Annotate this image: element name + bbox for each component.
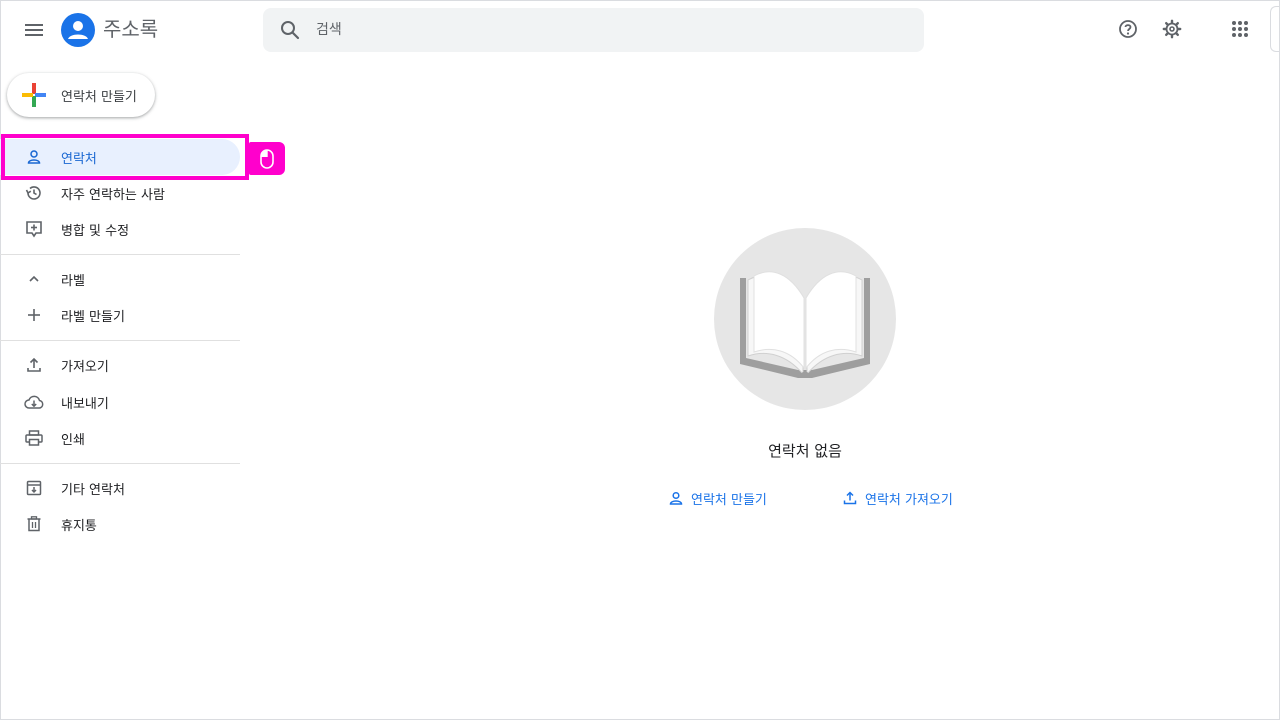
create-contact-link[interactable]: 연락처 만들기 bbox=[667, 486, 767, 510]
sidebar-item-label: 라벨 만들기 bbox=[61, 309, 125, 325]
chevron-up-icon bbox=[22, 267, 46, 291]
menu-icon bbox=[25, 24, 43, 36]
sidebar-item-label: 내보내기 bbox=[61, 396, 109, 412]
import-contacts-link[interactable]: 연락처 가져오기 bbox=[841, 486, 953, 510]
search-icon[interactable] bbox=[278, 18, 302, 42]
top-app-bar: 주소록 bbox=[0, 0, 1280, 64]
sidebar-item-merge-fix[interactable]: 병합 및 수정 bbox=[0, 211, 240, 247]
empty-state-illustration bbox=[714, 228, 896, 410]
sidebar-item-export[interactable]: 내보내기 bbox=[0, 384, 240, 420]
sidebar-item-label: 가져오기 bbox=[61, 359, 109, 375]
history-icon bbox=[22, 181, 46, 205]
sidebar-item-label: 라벨 bbox=[61, 273, 85, 289]
help-icon bbox=[1119, 20, 1137, 38]
sidebar-labels-toggle[interactable]: 라벨 bbox=[0, 261, 240, 297]
empty-state-title: 연락처 없음 bbox=[768, 442, 842, 460]
sidebar-item-frequent[interactable]: 자주 연락하는 사람 bbox=[0, 175, 240, 211]
apps-button[interactable] bbox=[1222, 11, 1258, 47]
sidebar-item-create-label[interactable]: 라벨 만들기 bbox=[0, 297, 240, 333]
open-book-icon bbox=[740, 271, 870, 378]
colorful-plus-icon bbox=[22, 83, 46, 107]
sidebar-divider bbox=[0, 340, 240, 341]
sidebar-item-label: 인쇄 bbox=[61, 432, 85, 448]
import-contacts-link-label: 연락처 가져오기 bbox=[865, 492, 953, 508]
account-button-edge[interactable] bbox=[1270, 6, 1280, 52]
main-menu-button[interactable] bbox=[14, 10, 54, 50]
app-title[interactable]: 주소록 bbox=[103, 15, 158, 43]
upload-icon bbox=[22, 353, 46, 377]
apps-grid-icon bbox=[1232, 21, 1248, 37]
create-contact-button[interactable]: 연락처 만들기 bbox=[7, 73, 155, 117]
plus-icon bbox=[22, 303, 46, 327]
sidebar-item-other-contacts[interactable]: 기타 연락처 bbox=[0, 470, 240, 506]
print-icon bbox=[22, 426, 46, 450]
sidebar-divider bbox=[0, 254, 240, 255]
sidebar-item-print[interactable]: 인쇄 bbox=[0, 420, 240, 456]
archive-icon bbox=[22, 476, 46, 500]
contacts-logo-icon[interactable] bbox=[61, 13, 95, 47]
search-input[interactable] bbox=[316, 22, 896, 38]
person-icon bbox=[667, 489, 685, 507]
sidebar-item-label: 연락처 bbox=[61, 151, 97, 167]
cloud-download-icon bbox=[22, 390, 46, 414]
person-icon bbox=[22, 145, 46, 169]
search-bar[interactable] bbox=[263, 8, 924, 52]
create-contact-link-label: 연락처 만들기 bbox=[691, 492, 767, 508]
sidebar-item-contacts[interactable]: 연락처 bbox=[0, 139, 240, 175]
upload-icon bbox=[841, 489, 859, 507]
sidebar-item-import[interactable]: 가져오기 bbox=[0, 347, 240, 383]
sidebar-item-label: 자주 연락하는 사람 bbox=[61, 187, 165, 203]
help-button[interactable] bbox=[1110, 11, 1146, 47]
mouse-icon bbox=[260, 148, 274, 169]
settings-icon bbox=[1162, 19, 1182, 39]
create-contact-label: 연락처 만들기 bbox=[61, 89, 137, 105]
settings-button[interactable] bbox=[1154, 11, 1190, 47]
sidebar-divider bbox=[0, 463, 240, 464]
merge-fix-icon bbox=[22, 217, 46, 241]
sidebar-item-label: 휴지통 bbox=[61, 518, 97, 534]
sidebar-item-trash[interactable]: 휴지통 bbox=[0, 506, 240, 542]
trash-icon bbox=[22, 512, 46, 536]
sidebar-item-label: 기타 연락처 bbox=[61, 482, 125, 498]
sidebar-item-label: 병합 및 수정 bbox=[61, 223, 130, 239]
mouse-cursor-badge bbox=[249, 142, 285, 175]
